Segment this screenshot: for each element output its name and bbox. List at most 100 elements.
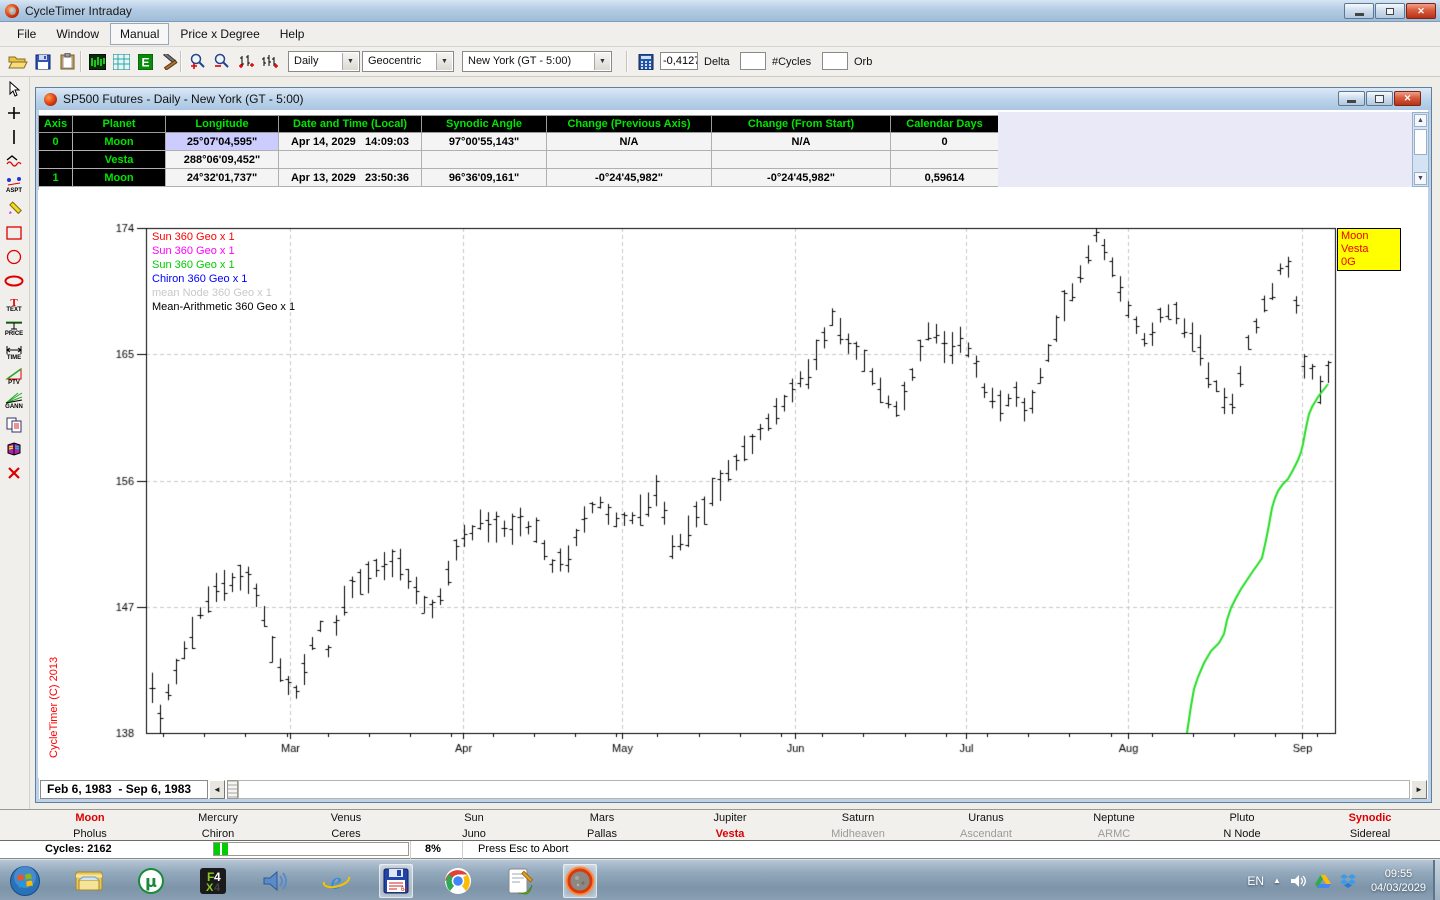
planet-label-top[interactable]: Synodic xyxy=(1306,811,1434,826)
planet-label-top[interactable]: Venus xyxy=(282,811,410,826)
explorer-icon[interactable] xyxy=(72,864,106,898)
tray-volume-icon[interactable] xyxy=(1290,874,1306,888)
orb-field[interactable] xyxy=(822,52,848,70)
cell-r2-c3[interactable]: Apr 13, 2029 23:50:36 xyxy=(279,169,422,187)
chart-window-titlebar[interactable]: SP500 Futures - Daily - New York (GT - 5… xyxy=(36,88,1431,110)
planet-label-bottom[interactable]: Pallas xyxy=(538,827,666,842)
cell-r2-c6[interactable]: -0°24'45,982" xyxy=(712,169,891,187)
gann-icon[interactable]: GANN xyxy=(0,389,28,413)
calculator-icon[interactable] xyxy=(634,50,657,73)
planet-label-bottom[interactable]: Pholus xyxy=(26,827,154,842)
grid-icon[interactable] xyxy=(110,50,133,73)
restore-button[interactable] xyxy=(1375,3,1405,19)
chevron-down-icon[interactable]: ▼ xyxy=(342,53,358,70)
cycles-count-field[interactable] xyxy=(740,52,766,70)
clipboard-icon[interactable] xyxy=(56,50,79,73)
ptv-icon[interactable]: PTV xyxy=(0,365,28,389)
planet-label-bottom[interactable]: Midheaven xyxy=(794,827,922,842)
ellipse-icon[interactable] xyxy=(0,269,28,293)
scroll-down-icon[interactable]: ▼ xyxy=(1414,172,1427,185)
cell-r0-c2[interactable]: 25°07'04,595" xyxy=(166,133,279,151)
planet-label-bottom[interactable]: Ceres xyxy=(282,827,410,842)
cell-r1-c0[interactable] xyxy=(39,151,73,169)
cell-r0-c1[interactable]: Moon xyxy=(73,133,166,151)
bars-step-icon[interactable] xyxy=(258,50,281,73)
chart-close-button[interactable] xyxy=(1394,91,1421,106)
show-desktop-button[interactable] xyxy=(1433,860,1440,900)
cell-r1-c7[interactable] xyxy=(891,151,999,169)
minimize-button[interactable] xyxy=(1344,3,1374,19)
cell-r2-c4[interactable]: 96°36'09,161" xyxy=(422,169,547,187)
cell-r2-c1[interactable]: Moon xyxy=(73,169,166,187)
chart-hscroll-track[interactable] xyxy=(238,780,1410,799)
delta-value-field[interactable]: -0,4127 xyxy=(660,52,698,70)
menu-item-file[interactable]: File xyxy=(8,24,45,44)
planet-label-top[interactable]: Uranus xyxy=(922,811,1050,826)
planet-label-top[interactable]: Saturn xyxy=(794,811,922,826)
planet-label-top[interactable]: Jupiter xyxy=(666,811,794,826)
notepad-plus-icon[interactable] xyxy=(503,864,537,898)
planet-label-top[interactable]: Pluto xyxy=(1178,811,1306,826)
cell-r0-c5[interactable]: N/A xyxy=(547,133,712,151)
pencil-icon[interactable] xyxy=(0,197,28,221)
menu-item-price-x-degree[interactable]: Price x Degree xyxy=(171,24,268,44)
cell-r0-c7[interactable]: 0 xyxy=(891,133,999,151)
planet-label-top[interactable]: Sun xyxy=(410,811,538,826)
menu-item-help[interactable]: Help xyxy=(271,24,314,44)
cell-r0-c4[interactable]: 97°00'55,143" xyxy=(422,133,547,151)
fx-app-icon[interactable]: F4X4 xyxy=(196,864,230,898)
hidden-icons-icon[interactable]: ▲ xyxy=(1273,876,1281,885)
chevron-down-icon[interactable]: ▼ xyxy=(594,53,610,70)
time-icon[interactable]: TIME xyxy=(0,341,28,365)
tools-icon[interactable] xyxy=(158,50,181,73)
scroll-drag-handle[interactable] xyxy=(227,780,238,799)
chart-maximize-button[interactable] xyxy=(1366,91,1393,106)
scroll-right-icon[interactable]: ► xyxy=(1411,780,1427,799)
google-drive-icon[interactable] xyxy=(1315,874,1331,888)
scroll-up-icon[interactable]: ▲ xyxy=(1414,114,1427,127)
pointer-icon[interactable] xyxy=(0,77,28,101)
aspect-icon[interactable]: ASPT xyxy=(0,173,28,197)
system-select[interactable]: Geocentric▼ xyxy=(362,51,454,72)
cell-r1-c6[interactable] xyxy=(712,151,891,169)
menu-item-manual[interactable]: Manual xyxy=(110,23,169,45)
cell-r0-c0[interactable]: 0 xyxy=(39,133,73,151)
language-indicator[interactable]: EN xyxy=(1247,874,1264,888)
internet-explorer-icon[interactable]: e xyxy=(319,864,353,898)
planet-label-bottom[interactable]: Sidereal xyxy=(1306,827,1434,842)
planet-label-top[interactable]: Mercury xyxy=(154,811,282,826)
notebook-icon[interactable] xyxy=(0,437,28,461)
cell-r2-c0[interactable]: 1 xyxy=(39,169,73,187)
cell-r0-c3[interactable]: Apr 14, 2029 14:09:03 xyxy=(279,133,422,151)
ephemeris-icon[interactable]: E xyxy=(134,50,157,73)
zoom-in-icon[interactable] xyxy=(186,50,209,73)
timezone-select[interactable]: New York (GT - 5:00)▼ xyxy=(462,51,612,72)
planet-label-bottom[interactable]: N Node xyxy=(1178,827,1306,842)
cell-r1-c5[interactable] xyxy=(547,151,712,169)
bars-add-icon[interactable] xyxy=(234,50,257,73)
planet-label-bottom[interactable]: ARMC xyxy=(1050,827,1178,842)
price-icon[interactable]: PRICE xyxy=(0,317,28,341)
period-select[interactable]: Daily▼ xyxy=(288,51,360,72)
chart-minimize-button[interactable] xyxy=(1338,91,1365,106)
planet-label-bottom[interactable]: Juno xyxy=(410,827,538,842)
cycle-wave-icon[interactable] xyxy=(0,149,28,173)
scroll-left-icon[interactable]: ◄ xyxy=(209,780,225,799)
cell-r2-c7[interactable]: 0,59614 xyxy=(891,169,999,187)
planet-label-bottom[interactable]: Vesta xyxy=(666,827,794,842)
crosshair-icon[interactable] xyxy=(0,101,28,125)
volume-app-icon[interactable] xyxy=(257,864,291,898)
planet-label-bottom[interactable]: Chiron xyxy=(154,827,282,842)
taskbar-clock[interactable]: 09:55 04/03/2029 xyxy=(1365,867,1432,895)
dropbox-icon[interactable] xyxy=(1340,874,1356,888)
vertical-line-icon[interactable] xyxy=(0,125,28,149)
chevron-down-icon[interactable]: ▼ xyxy=(436,53,452,70)
cycletimer-app-icon[interactable] xyxy=(563,864,597,898)
cell-r2-c2[interactable]: 24°32'01,737" xyxy=(166,169,279,187)
cell-r1-c1[interactable]: Vesta xyxy=(73,151,166,169)
copy-icon[interactable] xyxy=(0,413,28,437)
cell-r2-c5[interactable]: -0°24'45,982" xyxy=(547,169,712,187)
planet-label-bottom[interactable]: Ascendant xyxy=(922,827,1050,842)
start-orb[interactable] xyxy=(8,864,42,898)
chart-icon[interactable] xyxy=(86,50,109,73)
